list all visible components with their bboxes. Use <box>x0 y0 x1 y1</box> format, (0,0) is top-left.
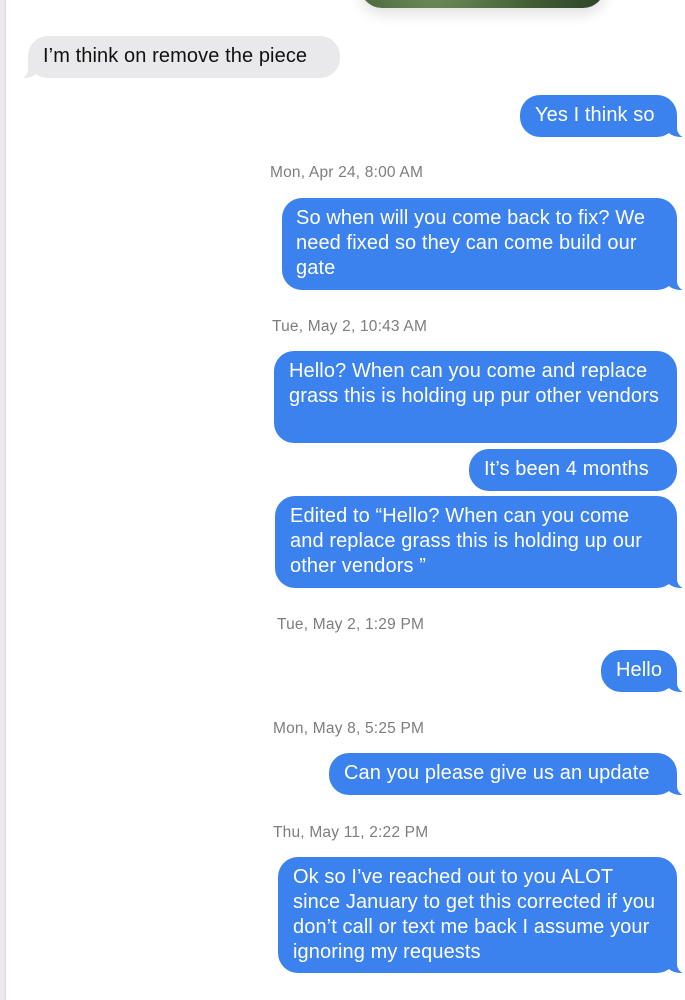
message-bubble-outgoing[interactable]: So when will you come back to fix? We ne… <box>282 198 685 291</box>
message-text: Edited to “Hello? When can you come and … <box>290 505 642 577</box>
message-text: It’s been 4 months <box>484 458 649 480</box>
sidebar-edge <box>0 0 6 1000</box>
timestamp: Thu, May 11, 2:22 PM <box>273 824 429 841</box>
message-bubble-outgoing[interactable]: Ok so I’ve reached out to you ALOT since… <box>278 857 685 974</box>
timestamp: Mon, Apr 24, 8:00 AM <box>270 164 424 181</box>
timestamp: Mon, May 8, 5:25 PM <box>273 720 425 737</box>
message-text: I’m think on remove the piece <box>43 45 308 67</box>
message-bubble-outgoing[interactable]: Yes I think so <box>520 95 685 138</box>
timestamp: Tue, May 2, 10:43 AM <box>272 318 428 335</box>
message-text: Yes I think so <box>535 104 655 126</box>
message-text: Hello? When can you come and replace gra… <box>289 360 659 407</box>
message-bubble-outgoing-edited[interactable]: Edited to “Hello? When can you come and … <box>275 496 685 589</box>
message-bubble-outgoing[interactable]: Hello <box>601 650 685 693</box>
message-text: Ok so I’ve reached out to you ALOT since… <box>293 866 656 963</box>
message-bubble-incoming[interactable]: I’m think on remove the piece <box>12 36 340 79</box>
image-attachment-thumbnail[interactable] <box>360 0 605 8</box>
message-bubble-outgoing[interactable]: Can you please give us an update <box>329 753 685 796</box>
message-text: Can you please give us an update <box>344 762 650 784</box>
message-text: So when will you come back to fix? We ne… <box>296 207 646 279</box>
timestamp: Tue, May 2, 1:29 PM <box>277 616 425 633</box>
message-bubble-outgoing[interactable]: It’s been 4 months <box>469 449 677 491</box>
message-text: Hello <box>616 659 663 681</box>
message-bubble-outgoing[interactable]: Hello? When can you come and replace gra… <box>274 351 677 443</box>
